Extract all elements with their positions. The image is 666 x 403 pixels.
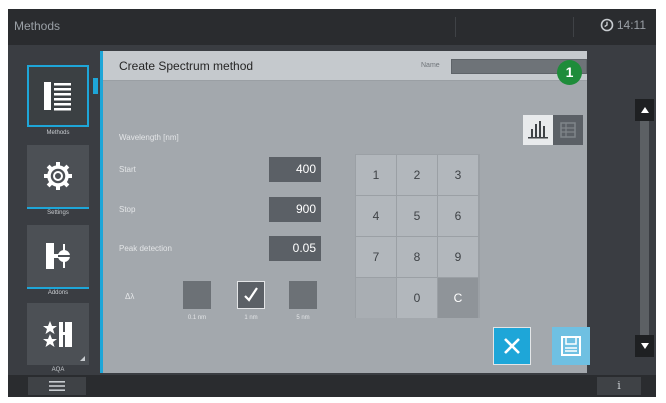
expand-corner-icon (80, 356, 85, 361)
toggle-table-option[interactable] (553, 115, 583, 145)
step-checkbox-1nm[interactable] (237, 281, 265, 309)
key-0[interactable]: 0 (397, 278, 437, 318)
table-icon (560, 122, 576, 138)
stop-label: Stop (119, 205, 136, 214)
toggle-spectrum-option[interactable] (523, 115, 553, 145)
step-checkbox-5nm[interactable] (289, 281, 317, 309)
scroll-track[interactable] (640, 121, 649, 335)
top-bar-divider (455, 17, 456, 37)
methods-list-icon (44, 82, 71, 111)
key-5[interactable]: 5 (397, 196, 437, 236)
aqa-icon (43, 321, 72, 347)
close-icon (504, 338, 520, 354)
sidebar-item-methods[interactable] (27, 65, 89, 127)
peak-detection-label: Peak detection (119, 244, 172, 253)
clock-time: 14:11 (616, 18, 646, 32)
sidebar-item-settings[interactable] (27, 145, 89, 207)
sidebar: Methods Settings Addons AQA (8, 45, 102, 375)
key-7[interactable]: 7 (356, 237, 396, 277)
step-option-label: 5 nm (296, 315, 310, 321)
cancel-button[interactable] (493, 327, 531, 365)
clock-icon (600, 18, 614, 32)
clock: 14:11 (600, 18, 646, 32)
sidebar-item-underline (27, 207, 89, 209)
stop-value-field[interactable]: 900 (269, 197, 321, 222)
save-icon (561, 336, 581, 356)
app-title: Methods (14, 19, 61, 33)
addons-icon (46, 243, 72, 269)
sidebar-item-aqa[interactable] (27, 303, 89, 365)
bottom-bar: i (8, 375, 656, 397)
name-label: Name (421, 62, 440, 69)
key-2[interactable]: 2 (397, 155, 437, 195)
key-9[interactable]: 9 (438, 237, 478, 277)
wavelength-label: Wavelength [nm] (119, 133, 179, 142)
key-1[interactable]: 1 (356, 155, 396, 195)
menu-button[interactable] (28, 377, 86, 395)
sidebar-item-label: Settings (47, 210, 69, 216)
active-item-indicator (93, 78, 98, 94)
key-8[interactable]: 8 (397, 237, 437, 277)
peak-detection-value-field[interactable]: 0.05 (269, 236, 321, 261)
key-blank (356, 278, 396, 318)
sidebar-item-label: AQA (51, 367, 65, 373)
step-label: Δλ (125, 292, 135, 301)
save-button[interactable] (552, 327, 590, 365)
arrow-up-icon (640, 107, 649, 113)
key-clear[interactable]: C (438, 278, 478, 318)
callout-marker: 1 (557, 60, 582, 85)
sidebar-item-label: Addons (47, 290, 69, 296)
panel-header: Create Spectrum method Name (103, 51, 587, 81)
create-method-panel: Create Spectrum method Name Wavelength [… (100, 51, 590, 373)
sidebar-item-underline (27, 287, 89, 289)
hamburger-menu-icon (49, 381, 65, 391)
sidebar-item-addons[interactable] (27, 225, 89, 287)
step-option-label: 1 nm (244, 315, 258, 321)
spectrum-bars-icon (528, 121, 548, 139)
step-checkbox-0-1nm[interactable] (183, 281, 211, 309)
panel-title: Create Spectrum method (119, 59, 254, 73)
key-4[interactable]: 4 (356, 196, 396, 236)
numeric-keypad: 1 2 3 4 5 6 7 8 9 0 C (355, 154, 480, 318)
key-6[interactable]: 6 (438, 196, 478, 236)
arrow-down-icon (640, 343, 649, 349)
start-value-field[interactable]: 400 (269, 157, 321, 182)
top-bar: Methods 14:11 (8, 9, 656, 45)
scroll-down-button[interactable] (635, 335, 654, 357)
info-button[interactable]: i (597, 377, 641, 395)
gear-icon (44, 162, 72, 190)
sidebar-item-label: Methods (46, 130, 70, 136)
key-3[interactable]: 3 (438, 155, 478, 195)
vertical-scrollbar[interactable] (635, 99, 654, 357)
checkmark-icon (244, 287, 258, 302)
scroll-up-button[interactable] (635, 99, 654, 121)
step-option-label: 0.1 nm (187, 315, 207, 321)
top-bar-divider (573, 17, 574, 37)
spectrum-view-toggle[interactable] (523, 115, 583, 145)
start-label: Start (119, 165, 136, 174)
